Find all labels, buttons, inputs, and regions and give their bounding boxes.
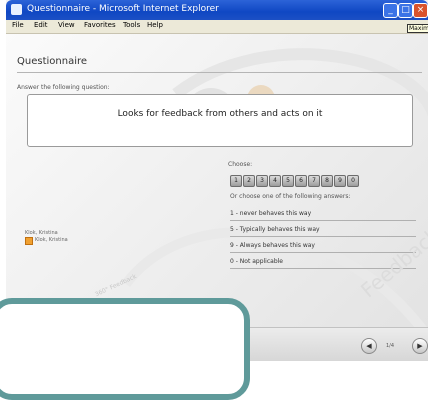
ie-logo-icon	[11, 4, 22, 15]
question-text: Looks for feedback from others and acts …	[117, 109, 323, 119]
scale-button-4[interactable]: 4	[269, 175, 281, 187]
navigation-bar: ◀ 1/4 ▶	[236, 327, 428, 361]
menu-tools[interactable]: Tools	[123, 21, 140, 29]
menu-favorites[interactable]: Favorites	[84, 21, 116, 29]
ratee-entry[interactable]: Klok, Kristina	[35, 237, 68, 243]
previous-page-button[interactable]: ◀	[361, 338, 377, 354]
scale-button-9[interactable]: 9	[334, 175, 346, 187]
answer-option-typically[interactable]: 5 - Typically behaves this way	[230, 224, 416, 237]
scale-button-2[interactable]: 2	[243, 175, 255, 187]
title-bar: Questionnaire - Microsoft Internet Explo…	[6, 0, 428, 20]
page-title: Questionnaire	[17, 56, 88, 67]
scale-button-1[interactable]: 1	[230, 175, 242, 187]
menu-edit[interactable]: Edit	[34, 21, 48, 29]
ratee-name: Klok, Kristina	[25, 230, 58, 236]
question-box: Looks for feedback from others and acts …	[27, 94, 413, 147]
menu-file[interactable]: File	[12, 21, 24, 29]
scale-button-8[interactable]: 8	[321, 175, 333, 187]
answer-option-never[interactable]: 1 - never behaves this way	[230, 208, 416, 221]
alternative-answers-label: Or choose one of the following answers:	[230, 193, 351, 200]
menu-view[interactable]: View	[58, 21, 75, 29]
minimize-button[interactable]: _	[383, 3, 398, 18]
scale-button-5[interactable]: 5	[282, 175, 294, 187]
menu-help[interactable]: Help	[147, 21, 163, 29]
scale-button-0[interactable]: 0	[347, 175, 359, 187]
question-prompt: Answer the following question:	[17, 84, 110, 91]
window-title: Questionnaire - Microsoft Internet Explo…	[27, 4, 219, 14]
page-indicator: 1/4	[386, 343, 395, 349]
answer-option-always[interactable]: 9 - Always behaves this way	[230, 240, 416, 253]
maximize-button[interactable]: □	[398, 3, 413, 18]
scale-button-6[interactable]: 6	[295, 175, 307, 187]
next-page-button[interactable]: ▶	[412, 338, 428, 354]
close-button[interactable]: ×	[413, 3, 428, 18]
choose-label: Choose:	[228, 161, 253, 168]
overlay-card	[0, 298, 250, 400]
scale-button-3[interactable]: 3	[256, 175, 268, 187]
menu-bar: File Edit View Favorites Tools Help	[6, 20, 428, 34]
scale-button-7[interactable]: 7	[308, 175, 320, 187]
ratee-user-icon	[25, 237, 33, 245]
maximize-tooltip: Maximize	[407, 24, 428, 33]
title-divider	[17, 72, 422, 73]
